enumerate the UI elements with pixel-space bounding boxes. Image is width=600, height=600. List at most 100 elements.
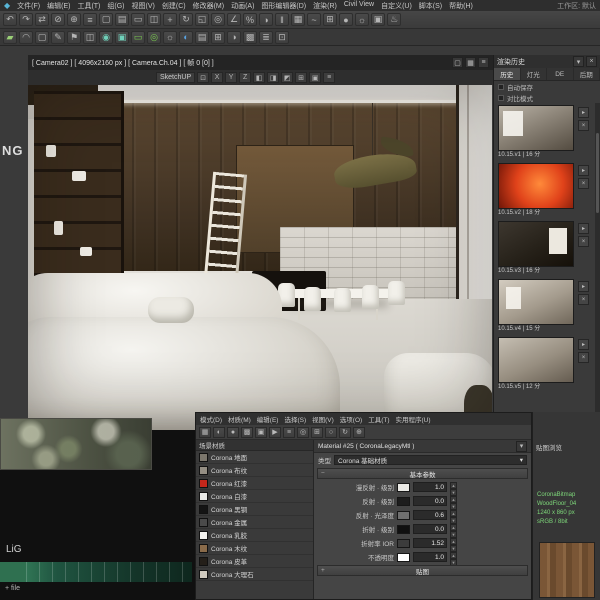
parameter-spinner[interactable]: ▲ ▼	[450, 538, 457, 552]
load-render-icon[interactable]: ▸	[578, 339, 589, 350]
spinner-up-icon[interactable]: ▲	[450, 482, 457, 489]
timeline-bar[interactable]	[0, 562, 192, 582]
maps-rollout[interactable]: + 贴图	[317, 565, 528, 576]
select-by-name-icon[interactable]: ▤	[115, 13, 129, 26]
camera-icon[interactable]: ◎	[147, 30, 161, 44]
delete-render-icon[interactable]: ×	[578, 294, 589, 305]
material-list-item[interactable]: Corona 白漆	[196, 490, 313, 503]
menu-item[interactable]: 动画(A)	[231, 1, 254, 11]
viewport-layout-icon[interactable]: ◫	[83, 30, 97, 44]
autosave-checkbox[interactable]	[498, 83, 504, 90]
panel-tab[interactable]: 灯光	[521, 68, 547, 80]
parameter-color-swatch[interactable]	[397, 524, 410, 534]
select-object-icon[interactable]: ▢	[99, 13, 113, 26]
spinner-down-icon[interactable]: ▼	[450, 489, 457, 496]
delete-render-icon[interactable]: ×	[578, 120, 589, 131]
backlight-icon[interactable]: ◐	[213, 426, 225, 438]
history-scrollbar[interactable]	[595, 103, 600, 430]
spinner-down-icon[interactable]: ▼	[450, 503, 457, 510]
material-editor-menu-item[interactable]: 工具(T)	[368, 414, 389, 424]
menu-item[interactable]: 文件(F)	[17, 1, 40, 11]
material-list-item[interactable]: Corona 金属	[196, 516, 313, 529]
selection-filter-dropdown[interactable]: ≡	[83, 13, 97, 26]
array-icon[interactable]: ▩	[243, 30, 257, 44]
spinner-up-icon[interactable]: ▲	[450, 496, 457, 503]
material-header-dropdown-icon[interactable]: ▾	[516, 440, 527, 452]
material-list-item[interactable]: Corona 布纹	[196, 464, 313, 477]
panel-tab[interactable]: DE	[547, 68, 574, 80]
bind-to-space-warp-icon[interactable]: ⊕	[67, 13, 81, 26]
material-editor-menu-item[interactable]: 编辑(E)	[257, 414, 279, 424]
sample-type-icon[interactable]: ●	[227, 426, 239, 438]
material-editor-menu-item[interactable]: 选项(O)	[340, 414, 362, 424]
plane-xy-icon[interactable]: ◧	[253, 72, 266, 83]
close-panel-icon[interactable]: ×	[586, 56, 597, 67]
material-list-item[interactable]: Corona 木纹	[196, 542, 313, 555]
collapse-panel-icon[interactable]: ▾	[573, 56, 584, 67]
parameter-value-field[interactable]: 0.6	[413, 510, 447, 520]
menu-item[interactable]: 工具(T)	[77, 1, 100, 11]
make-preview-icon[interactable]: ▶	[269, 426, 281, 438]
render-production-icon[interactable]: ♨	[387, 13, 401, 26]
capture-viewport-icon[interactable]: ▣	[115, 30, 129, 44]
spinner-up-icon[interactable]: ▲	[450, 552, 457, 559]
viewport-label[interactable]: [ Camera02 ] [ 4096x2160 px ] [ Camera.C…	[32, 58, 214, 68]
parameter-color-swatch[interactable]	[397, 496, 410, 506]
axis-z-icon[interactable]: Z	[239, 72, 252, 83]
menu-item[interactable]: 脚本(S)	[419, 1, 442, 11]
parameter-color-swatch[interactable]	[397, 482, 410, 492]
modeling-tab-icon[interactable]: ▰	[3, 30, 17, 44]
delete-render-icon[interactable]: ×	[578, 352, 589, 363]
scrollbar-handle[interactable]	[596, 133, 599, 213]
shading-dropdown-icon[interactable]: ◐	[179, 30, 193, 44]
workspace-label[interactable]: 工作区: 默认	[557, 1, 596, 11]
parameter-value-field[interactable]: 0.0	[413, 496, 447, 506]
populate-icon[interactable]: ⚑	[67, 30, 81, 44]
light-toggle-icon[interactable]: ☼	[163, 30, 177, 44]
menu-item[interactable]: 自定义(U)	[381, 1, 412, 11]
delete-render-icon[interactable]: ×	[578, 178, 589, 189]
align-icon[interactable]: ‖	[275, 13, 289, 26]
material-editor-menu-item[interactable]: 材质(M)	[228, 414, 251, 424]
spinner-up-icon[interactable]: ▲	[450, 524, 457, 531]
map-info-block[interactable]: CoronaBitmap WoodFloor_04 1240 x 860 px sRG…	[537, 492, 576, 526]
axis-x-icon[interactable]: X	[211, 72, 224, 83]
units-icon[interactable]: ⊡	[275, 30, 289, 44]
edged-faces-icon[interactable]: ▤	[195, 30, 209, 44]
unlink-selection-icon[interactable]: ⊘	[51, 13, 65, 26]
wood-texture-thumbnail[interactable]	[539, 542, 595, 598]
show-background-icon[interactable]: ▦	[199, 426, 211, 438]
lock-selection-icon[interactable]: ▣	[309, 72, 322, 83]
spinner-down-icon[interactable]: ▼	[450, 545, 457, 552]
assign-to-selection-icon[interactable]: ⊕	[353, 426, 365, 438]
snap-3d-icon[interactable]: ⊡	[197, 72, 210, 83]
material-list-item[interactable]: Corona 地面	[196, 451, 313, 464]
history-thumb-2[interactable]	[498, 163, 574, 209]
parameter-spinner[interactable]: ▲ ▼	[450, 552, 457, 566]
checker-background-icon[interactable]: ▩	[241, 426, 253, 438]
render-setup-icon[interactable]: ☼	[355, 13, 369, 26]
menu-item[interactable]: 帮助(H)	[449, 1, 473, 11]
load-render-icon[interactable]: ▸	[578, 281, 589, 292]
select-and-scale-icon[interactable]: ◱	[195, 13, 209, 26]
layer-manager-icon[interactable]: ▦	[291, 13, 305, 26]
material-list-item[interactable]: Corona 红漆	[196, 477, 313, 490]
menu-item[interactable]: 组(G)	[107, 1, 124, 11]
freeform-tab-icon[interactable]: ◠	[19, 30, 33, 44]
mirror-tool-icon[interactable]: ◑	[227, 30, 241, 44]
undo-icon[interactable]: ↶	[3, 13, 17, 26]
maximize-viewport-icon[interactable]: ▢	[452, 57, 463, 68]
menu-item[interactable]: 修改器(M)	[193, 1, 225, 11]
material-editor-menu-item[interactable]: 实用程序(U)	[396, 414, 431, 424]
menu-item[interactable]: 视图(V)	[132, 1, 155, 11]
history-thumb-5[interactable]	[498, 337, 574, 383]
window-crossing-icon[interactable]: ◫	[147, 13, 161, 26]
parameter-value-field[interactable]: 1.52	[413, 538, 447, 548]
material-list-item[interactable]: Corona 黑钢	[196, 503, 313, 516]
history-thumb-4[interactable]	[498, 279, 574, 325]
spinner-down-icon[interactable]: ▼	[450, 531, 457, 538]
panel-tab[interactable]: 历史	[494, 68, 521, 80]
history-thumb-1[interactable]	[498, 105, 574, 151]
history-thumb-3[interactable]	[498, 221, 574, 267]
material-map-navigator-icon[interactable]: ⊞	[311, 426, 323, 438]
